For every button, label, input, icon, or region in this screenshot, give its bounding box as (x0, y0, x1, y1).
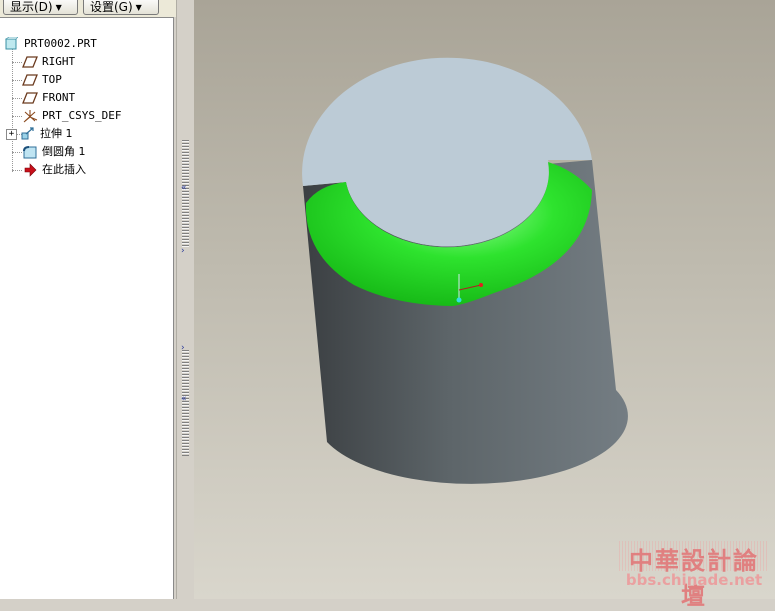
tree-item-extrude[interactable]: + 拉伸 1 (6, 126, 73, 142)
tree-connector (12, 152, 22, 153)
tree-connector (12, 62, 22, 63)
extrude-icon (20, 127, 36, 141)
expand-right-icon[interactable]: › (181, 246, 191, 256)
round-icon (22, 145, 38, 159)
tree-item-top[interactable]: TOP (22, 72, 62, 88)
tree-item-round[interactable]: 倒圆角 1 (22, 144, 86, 160)
graphics-viewport[interactable] (194, 0, 775, 599)
triad-origin (456, 297, 462, 303)
dropdown-arrow-icon: ▼ (55, 3, 62, 12)
insert-here-arrow-icon (22, 163, 38, 177)
collapse-left-icon[interactable]: « (181, 394, 191, 404)
tree-item-label: 拉伸 1 (40, 127, 73, 140)
tree-connector (12, 116, 22, 117)
settings-menu-button[interactable]: 设置(G) ▼ (83, 0, 159, 15)
tree-item-insert-here[interactable]: 在此插入 (22, 162, 86, 178)
coordinate-system-icon (22, 109, 38, 123)
expand-right-icon[interactable]: › (181, 343, 191, 353)
watermark-title: 中華設計論壇 (619, 541, 769, 610)
tree-item-label: 倒圆角 1 (42, 145, 86, 158)
tree-item-label: FRONT (42, 91, 76, 104)
tree-item-front[interactable]: FRONT (22, 90, 75, 106)
navigator-toolbar: 显示(D) ▼ 设置(G) ▼ (0, 0, 176, 17)
tree-item-csys[interactable]: PRT_CSYS_DEF (22, 108, 121, 124)
settings-menu-label: 设置(G) (90, 0, 133, 14)
cylinder-model[interactable] (194, 0, 775, 599)
model-tree-panel: PRT0002.PRT RIGHT TOP FRONT PRT_CSYS_DEF… (0, 17, 174, 599)
watermark-url: bbs.chinade.net (625, 571, 763, 589)
tree-root-label: PRT0002.PRT (24, 37, 97, 50)
splitter-grip[interactable] (182, 140, 189, 248)
datum-plane-icon (22, 55, 38, 69)
expand-plus-icon[interactable]: + (6, 128, 17, 140)
tree-item-label: TOP (42, 73, 62, 86)
display-menu-button[interactable]: 显示(D) ▼ (3, 0, 78, 15)
collapse-left-icon[interactable]: « (181, 183, 191, 193)
dropdown-arrow-icon: ▼ (135, 3, 142, 12)
tree-connector (12, 170, 22, 171)
watermark: 中華設計論壇 bbs.chinade.net (619, 541, 769, 610)
datum-plane-icon (22, 73, 38, 87)
tree-item-label: 在此插入 (42, 163, 86, 176)
tree-item-right[interactable]: RIGHT (22, 54, 75, 70)
tree-connector (12, 80, 22, 81)
display-menu-label: 显示(D) (10, 0, 53, 14)
tree-item-label: RIGHT (42, 55, 76, 68)
panel-splitter[interactable]: « › › « (176, 0, 194, 599)
triad-x-endpoint (479, 283, 483, 287)
tree-item-label: PRT_CSYS_DEF (42, 109, 122, 122)
tree-root-part[interactable]: PRT0002.PRT (4, 36, 97, 52)
part-icon (4, 36, 20, 51)
datum-plane-icon (22, 91, 38, 105)
tree-connector (12, 98, 22, 99)
